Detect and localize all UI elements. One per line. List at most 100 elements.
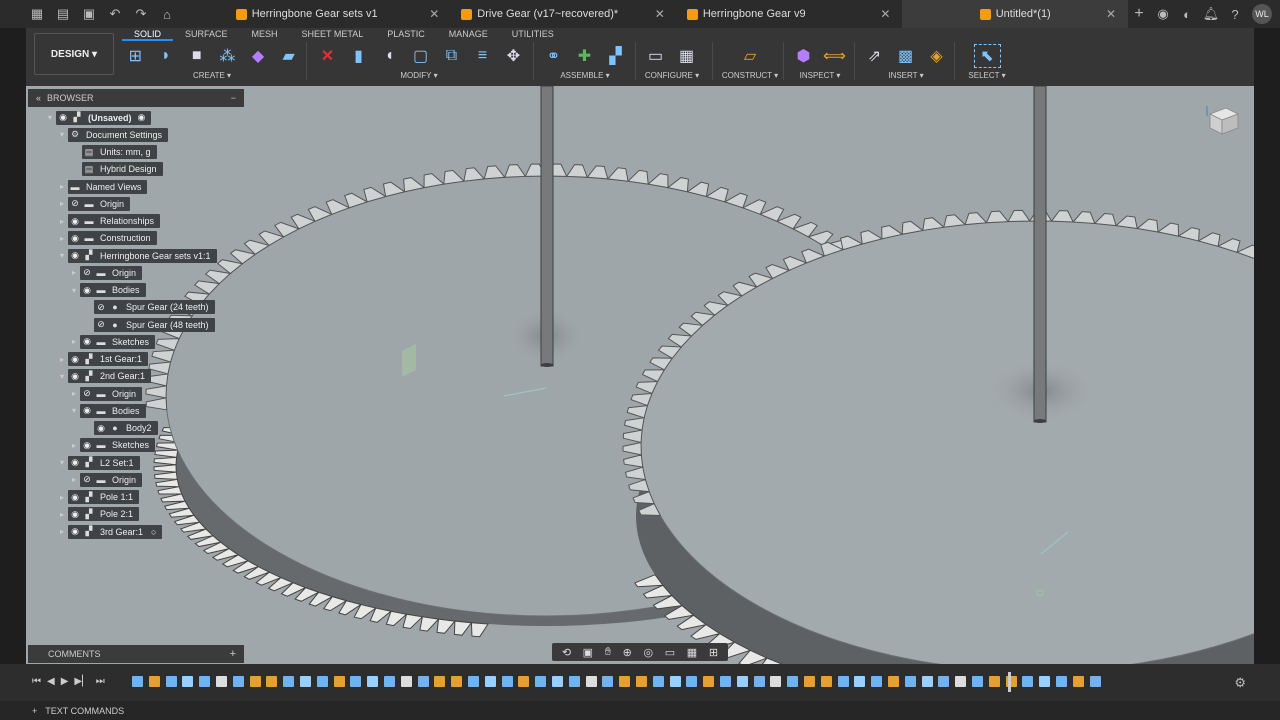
tree-item-pole-2[interactable]: ▸ ◉ ▞ Pole 2:1 (56, 507, 140, 522)
timeline-feature-icon[interactable] (266, 676, 278, 687)
extrude-icon[interactable]: ◗ (153, 44, 180, 68)
doc-tab-herringbone-sets[interactable]: Herringbone Gear sets v1 ✕ (226, 0, 452, 28)
play-icon[interactable]: ▶ (61, 676, 69, 687)
tree-item-origin[interactable]: ▸ ⊘ ▬ Origin (68, 386, 143, 401)
timeline-feature-icon[interactable] (283, 676, 295, 687)
tab-sheet-metal[interactable]: SHEET METAL (290, 28, 376, 41)
timeline-feature-icon[interactable] (720, 676, 731, 687)
timeline-feature-icon[interactable] (384, 676, 395, 687)
assemble-menu[interactable]: ASSEMBLE ▾ (540, 71, 630, 80)
insert-mesh-icon[interactable]: ◈ (923, 44, 950, 68)
tree-item-bodies[interactable]: ▾ ◉ ▬ Bodies (68, 283, 146, 298)
tree-item-origin[interactable]: ▸ ⊘ ▬ Origin (68, 472, 143, 487)
file-menu-icon[interactable]: ▤ (52, 3, 74, 25)
timeline-feature-icon[interactable] (552, 676, 563, 687)
view-cube[interactable] (1204, 100, 1242, 138)
timeline-feature-icon[interactable] (400, 676, 412, 687)
visibility-eye-icon[interactable]: ◉ (80, 285, 94, 296)
timeline-feature-icon[interactable] (333, 676, 345, 687)
delete-icon[interactable]: ✕ (314, 44, 341, 68)
split-body-icon[interactable]: ≡ (469, 44, 496, 68)
tree-item-pill[interactable]: ◉ ▬ Construction (68, 231, 157, 246)
tree-item-pill[interactable]: ◉ ▞ 3rd Gear:1 ○ (68, 524, 163, 539)
new-tab-icon[interactable]: + (1128, 3, 1150, 25)
chevron-right-icon[interactable]: ▸ (68, 475, 80, 484)
chevron-right-icon[interactable]: ▸ (56, 199, 68, 208)
expand-icon[interactable]: + (32, 706, 37, 716)
timeline-feature-icon[interactable] (249, 676, 261, 687)
configuration-table-icon[interactable]: ▦ (673, 44, 700, 68)
insert-derive-icon[interactable]: ⇗ (861, 44, 888, 68)
joint-icon[interactable]: ✚ (571, 44, 598, 68)
tree-item-origin[interactable]: ▸ ⊘ ▬ Origin (56, 196, 131, 211)
chevron-right-icon[interactable]: ▸ (56, 217, 68, 226)
tree-item-2nd-gear[interactable]: ▾ ◉ ▞ 2nd Gear:1 (56, 369, 152, 384)
chevron-down-icon[interactable]: ▾ (56, 372, 68, 381)
tree-item-sketches[interactable]: ▸ ◉ ▬ Sketches (68, 438, 156, 453)
chevron-down-icon[interactable]: ▾ (56, 130, 68, 139)
close-icon[interactable]: ✕ (655, 7, 665, 21)
tree-item-pill[interactable]: ◉ ▞ L2 Set:1 (68, 455, 140, 470)
text-commands-bar[interactable]: + TEXT COMMANDS (0, 701, 1280, 720)
pan-icon[interactable]: ✋︎ (605, 646, 611, 659)
visibility-eye-icon[interactable]: ◉ (56, 112, 70, 123)
visibility-eye-icon[interactable]: ◉ (68, 354, 82, 365)
collapse-arrows-icon[interactable]: « (36, 93, 41, 103)
modify-menu[interactable]: MODIFY ▾ (314, 71, 524, 80)
tree-item-pill[interactable]: ⊘ ▬ Origin (80, 265, 143, 280)
timeline-feature-icon[interactable] (1072, 676, 1084, 687)
combine-icon[interactable]: ⧉ (438, 44, 465, 68)
comments-panel[interactable]: COMMENTS + (28, 645, 244, 663)
grid-settings-icon[interactable]: ▦ (687, 646, 697, 659)
tab-manage[interactable]: MANAGE (437, 28, 500, 41)
tree-item-pill[interactable]: ⊘ ● Spur Gear (48 teeth) (94, 317, 215, 332)
active-component-icon[interactable]: ◉ (138, 112, 146, 123)
timeline-feature-icon[interactable] (938, 676, 950, 687)
move-copy-icon[interactable]: ✥ (500, 44, 527, 68)
timeline-feature-icon[interactable] (820, 676, 832, 687)
timeline-feature-icon[interactable] (619, 676, 631, 687)
tree-item-pill[interactable]: ◉ ▞ (Unsaved) ◉ (56, 110, 152, 125)
hidden-eye-icon[interactable]: ⊘ (80, 474, 94, 485)
chevron-right-icon[interactable]: ▸ (68, 337, 80, 346)
tab-plastic[interactable]: PLASTIC (375, 28, 437, 41)
tree-item-pill[interactable]: ▬ Named Views (68, 179, 148, 194)
tree-item-pill[interactable]: ⚙ Document Settings (68, 127, 169, 142)
timeline-feature-icon[interactable] (232, 676, 244, 687)
tree-item-pill[interactable]: ⊘ ▬ Origin (80, 386, 143, 401)
doc-tab-drive-gear[interactable]: Drive Gear (v17~recovered)* ✕ (451, 0, 677, 28)
visibility-eye-icon[interactable]: ◉ (80, 336, 94, 347)
offset-plane-icon[interactable]: ▱ (737, 44, 764, 68)
timeline-feature-icon[interactable] (367, 676, 379, 687)
add-comment-icon[interactable]: + (230, 648, 236, 660)
tree-item-relationships[interactable]: ▸ ◉ ▬ Relationships (56, 214, 161, 229)
measure-icon[interactable]: ⟺ (821, 44, 848, 68)
tree-item-herringbone-gear-sets[interactable]: ▾ ◉ ▞ Herringbone Gear sets v1:1 (56, 248, 217, 263)
tree-item-pill[interactable]: ◉ ▬ Sketches (80, 438, 156, 453)
create-sketch-icon[interactable]: ⊞ (122, 44, 149, 68)
timeline-feature-icon[interactable] (770, 676, 782, 687)
timeline-feature-icon[interactable] (972, 676, 983, 687)
timeline-feature-icon[interactable] (501, 676, 513, 687)
tab-mesh[interactable]: MESH (240, 28, 290, 41)
timeline-feature-icon[interactable] (837, 676, 849, 687)
create-menu[interactable]: CREATE ▾ (122, 71, 302, 80)
close-icon[interactable]: ✕ (1106, 7, 1116, 21)
timeline-feature-icon[interactable] (468, 676, 479, 687)
tree-item-pill[interactable]: ◉ ▞ Pole 1:1 (68, 490, 140, 504)
timeline-feature-icon[interactable] (1022, 676, 1034, 687)
visibility-eye-icon[interactable]: ◉ (68, 216, 82, 227)
timeline-feature-icon[interactable] (669, 676, 681, 687)
doc-tab-untitled[interactable]: Untitled*(1) ✕ (902, 0, 1129, 28)
redo-icon[interactable]: ↷ (130, 3, 152, 25)
hidden-eye-icon[interactable]: ⊘ (80, 267, 94, 278)
box-icon[interactable]: ■ (183, 44, 210, 68)
visibility-eye-icon[interactable]: ◉ (68, 526, 82, 537)
tab-utilities[interactable]: UTILITIES (500, 28, 566, 41)
timeline-feature-icon[interactable] (854, 676, 866, 687)
visibility-eye-icon[interactable]: ◉ (94, 423, 108, 434)
timeline-feature-icon[interactable] (753, 676, 765, 687)
chevron-down-icon[interactable]: ▾ (56, 458, 68, 467)
display-settings-icon[interactable]: ▭ (665, 646, 675, 659)
close-icon[interactable]: ✕ (880, 7, 890, 21)
